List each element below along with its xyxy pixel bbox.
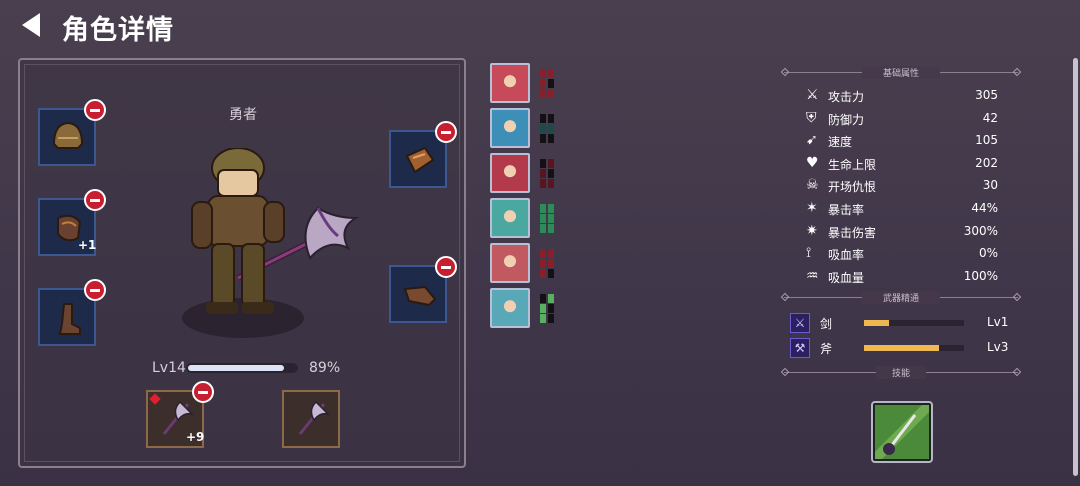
stat-value: 300% <box>963 223 998 238</box>
hero-knight-figure <box>191 148 360 314</box>
fang-icon: ⟟ <box>806 245 812 262</box>
mastery-bar-fill <box>864 345 939 351</box>
axe-mastery-icon: ⚒ <box>790 338 810 358</box>
jaw-icon: ♒ <box>806 267 819 284</box>
stat-value: 100% <box>963 268 998 283</box>
crit-damage-icon: ✷ <box>806 222 818 239</box>
stat-label: 防御力 <box>828 112 865 127</box>
remove-bracer-button[interactable] <box>435 256 457 278</box>
stat-label: 吸血量 <box>828 270 865 285</box>
stat-value: 30 <box>982 178 998 193</box>
stat-label: 速度 <box>828 135 853 150</box>
mastery-level: Lv1 <box>987 315 1009 329</box>
stat-value: 42 <box>982 110 998 125</box>
divider-diamond <box>780 67 790 77</box>
remove-shoulder-button[interactable] <box>84 189 106 211</box>
sword-skill-icon <box>875 405 929 459</box>
axe-icon <box>298 400 331 435</box>
maw-portrait[interactable] <box>490 153 530 193</box>
heart-icon: ♥ <box>806 154 819 171</box>
boots-icon <box>58 303 81 335</box>
skill-slot[interactable] <box>871 401 933 463</box>
bear-portrait[interactable] <box>490 198 530 238</box>
skill-level-bars <box>540 114 554 144</box>
archer-portrait[interactable] <box>490 243 530 283</box>
xp-percent: 89% <box>309 360 341 376</box>
stat-value: 44% <box>971 201 998 215</box>
remove-gauntlet-button[interactable] <box>435 121 457 143</box>
divider-diamond <box>780 292 790 302</box>
stat-label: 生命上限 <box>828 157 877 172</box>
sword-icon: ⚔ <box>806 87 819 103</box>
skull-icon: ☠ <box>806 177 819 194</box>
mastery-label: 斧 <box>820 342 833 356</box>
remove-boots-button[interactable] <box>84 279 106 301</box>
stat-value: 105 <box>975 133 998 148</box>
stat-label: 开场仇恨 <box>828 180 877 195</box>
blade-storm-portrait[interactable] <box>490 108 530 148</box>
mastery-bar-fill <box>864 320 889 326</box>
priestess-portrait[interactable] <box>490 288 530 328</box>
remove-weapon-button[interactable] <box>192 381 214 403</box>
shield-icon: ⛨ <box>806 109 817 126</box>
skill-level-bars <box>540 204 554 234</box>
page-title: 角色详情 <box>62 15 174 46</box>
spare-weapon-slot[interactable] <box>282 390 340 448</box>
stat-label: 攻击力 <box>828 90 865 104</box>
gauntlet-icon <box>405 146 435 174</box>
boot-icon: ➹ <box>806 132 818 149</box>
stat-value: 305 <box>975 88 998 102</box>
skill-level-bars <box>540 249 554 279</box>
skill-level-bars <box>540 69 554 99</box>
sword-mastery-icon: ⚔ <box>790 313 810 333</box>
scrollbar[interactable] <box>1073 58 1078 476</box>
rage-portrait[interactable] <box>490 63 530 103</box>
stat-value: 0% <box>978 246 998 261</box>
stat-label: 暴击率 <box>828 203 865 217</box>
crit-icon: ✶ <box>806 200 818 216</box>
stat-value: 202 <box>975 155 998 170</box>
divider-diamond <box>780 367 790 377</box>
attributes-title: 基础属性 <box>862 66 940 79</box>
skill-level-bars <box>540 294 554 324</box>
hero-level: Lv14 <box>152 360 186 376</box>
shoulder-bonus: +1 <box>78 238 97 252</box>
mastery-title: 武器精通 <box>862 291 940 304</box>
xp-bar-fill <box>188 365 284 371</box>
divider-diamond <box>1012 67 1022 77</box>
divider-diamond <box>1012 367 1022 377</box>
hero-name: 勇者 <box>229 107 257 123</box>
bracer-icon <box>403 285 437 307</box>
mastery-label: 剑 <box>820 317 833 331</box>
skills-title: 技能 <box>876 366 926 379</box>
mastery-level: Lv3 <box>987 340 1009 354</box>
divider-diamond <box>1012 292 1022 302</box>
weapon-bonus: +9 <box>186 430 205 444</box>
skill-level-bars <box>540 159 554 189</box>
back-arrow-icon[interactable] <box>22 13 40 37</box>
remove-helmet-button[interactable] <box>84 99 106 121</box>
stat-label: 吸血率 <box>828 248 865 263</box>
stat-label: 暴击伤害 <box>828 225 877 240</box>
helmet-icon <box>52 121 84 149</box>
